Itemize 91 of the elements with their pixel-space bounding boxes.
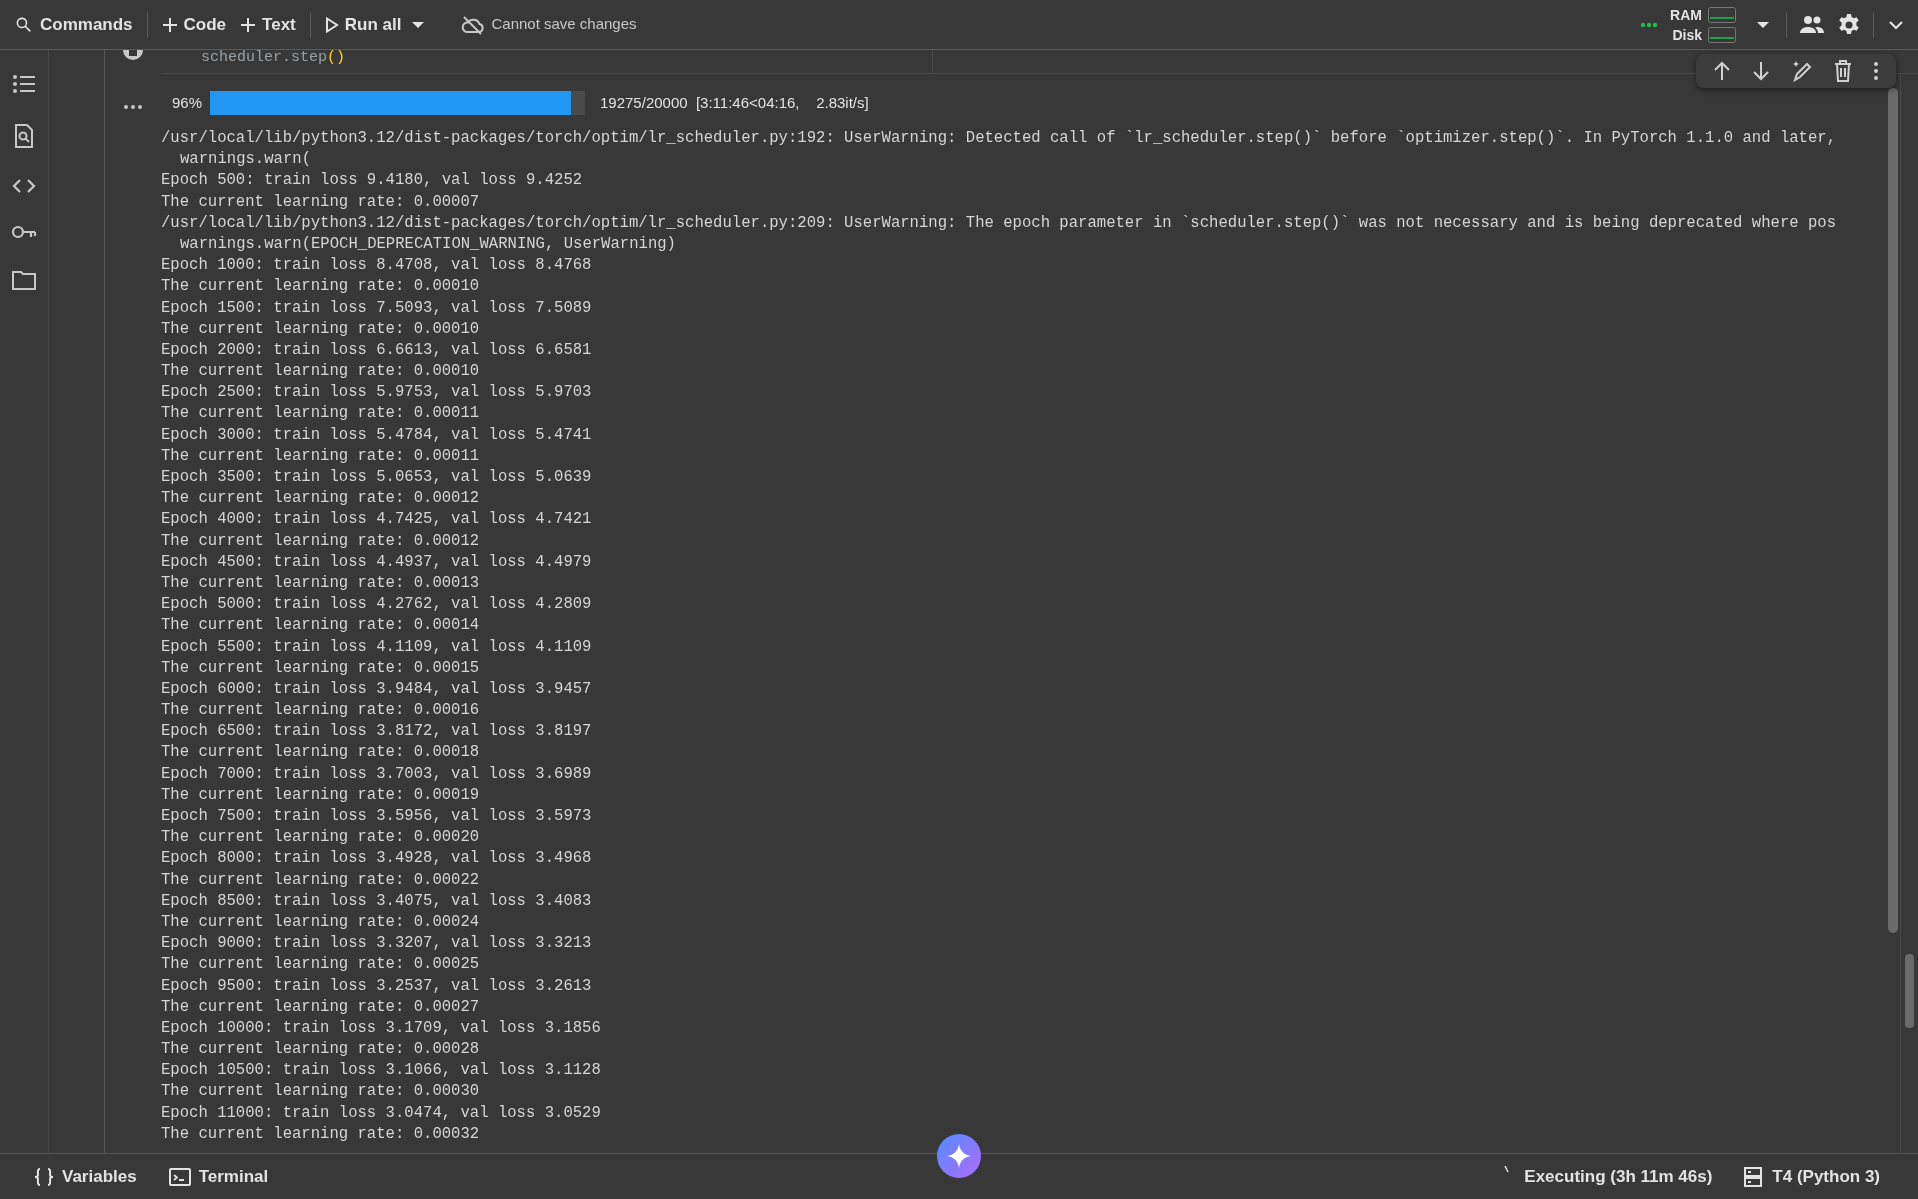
dropdown-icon[interactable]: [411, 20, 426, 29]
output-line: The current learning rate: 0.00027: [161, 996, 480, 1018]
output-line: The current learning rate: 0.00020: [161, 827, 480, 849]
plus-icon: [240, 16, 257, 33]
output-line: The current learning rate: 0.00022: [161, 869, 480, 891]
output-line: The current learning rate: 0.00028: [161, 1039, 480, 1061]
output-line: The current learning rate: 0.00018: [161, 742, 480, 764]
output-line: Epoch 7500: train loss 3.5956, val loss 3.5973: [161, 806, 592, 827]
commands-button[interactable]: Commands: [14, 11, 147, 38]
resource-monitor[interactable]: RAM Disk: [1670, 4, 1736, 45]
settings-icon[interactable]: [1837, 12, 1861, 37]
move-up-icon[interactable]: [1712, 61, 1731, 81]
disk-meter-icon: [1708, 26, 1736, 43]
output-line: The current learning rate: 0.00024: [161, 911, 480, 933]
add-code-button[interactable]: Code: [147, 11, 241, 38]
output-line: Epoch 8000: train loss 3.4928, val loss 3.4968: [161, 848, 592, 870]
output-line: Epoch 9500: train loss 3.2537, val loss 3.2613: [161, 975, 592, 997]
output-line: The current learning rate: 0.00025: [161, 954, 480, 976]
output-line: Epoch 6500: train loss 3.8172, val loss 3.8197: [161, 721, 592, 743]
output-line: Epoch 3000: train loss 5.4784, val loss 5.4741: [161, 424, 592, 446]
output-line: The current learning rate: 0.00014: [161, 615, 480, 637]
folder-icon[interactable]: [12, 270, 36, 290]
sparkle-button-icon[interactable]: [937, 1134, 981, 1178]
chevron-down-icon[interactable]: [1888, 19, 1904, 30]
output-line: The current learning rate: 0.00011: [161, 445, 480, 467]
output-line: Epoch 5000: train loss 4.2762, val loss 4.2809: [161, 594, 592, 616]
find-in-page-icon[interactable]: [14, 124, 34, 148]
dropdown-icon[interactable]: [1756, 20, 1770, 29]
output-line: Epoch 8500: train loss 3.4075, val loss 3.4083: [161, 890, 592, 912]
progress-percent: 96%: [172, 92, 204, 113]
output-line: The current learning rate: 0.00010: [161, 361, 480, 383]
output-line: Epoch 500: train loss 9.4180, val loss 9.4252: [161, 170, 583, 192]
output-line: The current learning rate: 0.00012: [161, 488, 480, 510]
output-line: Epoch 2500: train loss 5.9753, val loss 5.9703: [161, 382, 592, 404]
more-icon[interactable]: [1873, 61, 1880, 81]
output-line: The current learning rate: 0.00016: [161, 700, 480, 722]
output-line: Epoch 1500: train loss 7.5093, val loss 7.5089: [161, 297, 592, 319]
output-line: The current learning rate: 0.00032: [161, 1123, 480, 1145]
sparkle-pencil-icon[interactable]: [1790, 60, 1813, 82]
save-status: Cannot save changes: [461, 13, 637, 36]
spinner-icon: [1504, 1166, 1511, 1174]
play-icon: [324, 16, 339, 33]
output-line: The current learning rate: 0.00019: [161, 784, 480, 806]
output-line: Epoch 9000: train loss 3.3207, val loss 3.3213: [161, 933, 592, 955]
output-line: Epoch 11000: train loss 3.0474, val loss 3.0529: [161, 1102, 601, 1124]
table-of-contents-icon[interactable]: [12, 74, 36, 94]
scrollbar-thumb[interactable]: [1905, 954, 1914, 1028]
move-down-icon[interactable]: [1751, 61, 1770, 81]
code-line: scheduler.step(): [201, 50, 346, 66]
code-icon[interactable]: [12, 178, 36, 194]
output-line: Epoch 4000: train loss 4.7425, val loss 4.7421: [161, 509, 592, 531]
output-line: The current learning rate: 0.00013: [161, 572, 480, 594]
add-text-button[interactable]: Text: [240, 11, 310, 38]
output-line: warnings.warn(EPOCH_DEPRECATION_WARNING, UserWarning): [179, 233, 676, 255]
output-line: /usr/local/lib/python3.12/dist-packages/torch/optim/lr_scheduler.py:192: UserWarning: Detected call of `lr_scheduler.step()` before `optimizer.step()`. In PyTorch 1.1.0 and later,: [161, 128, 1837, 149]
output-line: Epoch 3500: train loss 5.0653, val loss 5.0639: [161, 467, 592, 488]
braces-icon: [34, 1167, 54, 1186]
output-line: Epoch 4500: train loss 4.4937, val loss 4.4979: [161, 551, 592, 573]
terminal-button[interactable]: Terminal: [168, 1163, 269, 1190]
progress-stats: 19275/20000 [3:11:46<04:16, 2.83it/s]: [600, 92, 869, 113]
people-icon[interactable]: [1799, 14, 1825, 35]
output-line: warnings.warn(: [179, 149, 311, 171]
delete-icon[interactable]: [1834, 60, 1853, 82]
output-menu-icon[interactable]: [123, 104, 143, 110]
plus-icon: [161, 16, 178, 33]
output-line: The current learning rate: 0.00012: [161, 530, 480, 552]
output-line: /usr/local/lib/python3.12/dist-packages/torch/optim/lr_scheduler.py:209: UserWarning: The epoch parameter in `scheduler.step()` was not necessary and is being deprecated where pos: [161, 212, 1837, 234]
variables-button[interactable]: Variables: [34, 1163, 137, 1190]
output-line: The current learning rate: 0.00015: [161, 657, 480, 679]
output-line: Epoch 7000: train loss 3.7003, val loss 3.6989: [161, 763, 592, 785]
ram-meter-icon: [1708, 6, 1736, 23]
output-line: The current learning rate: 0.00010: [161, 318, 480, 340]
status-dots-icon: [1640, 21, 1659, 28]
key-icon[interactable]: [11, 224, 37, 240]
output-line: The current learning rate: 0.00030: [161, 1081, 480, 1103]
output-line: Epoch 6000: train loss 3.9484, val loss 3.9457: [161, 678, 592, 700]
output-line: Epoch 5500: train loss 4.1109, val loss 4.1109: [161, 636, 592, 658]
runtime-button[interactable]: T4 (Python 3): [1744, 1163, 1880, 1190]
terminal-icon: [168, 1167, 191, 1186]
output-line: Epoch 1000: train loss 8.4708, val loss 8.4768: [161, 255, 592, 277]
scrollbar-thumb[interactable]: [1888, 88, 1898, 933]
run-all-button[interactable]: Run all: [310, 11, 412, 38]
server-icon: [1744, 1166, 1763, 1187]
output-line: Epoch 2000: train loss 6.6613, val loss 6.6581: [161, 339, 592, 361]
output-line: The current learning rate: 0.00010: [161, 276, 480, 298]
execution-status: Executing (3h 11m 46s): [1524, 1165, 1713, 1188]
output-line: The current learning rate: 0.00007: [161, 191, 480, 213]
output-line: Epoch 10500: train loss 3.1066, val loss 3.1128: [161, 1060, 601, 1082]
output-line: The current learning rate: 0.00011: [161, 403, 480, 425]
cloud-off-icon: [461, 14, 486, 35]
output-line: Epoch 10000: train loss 3.1709, val loss 3.1856: [161, 1017, 601, 1039]
